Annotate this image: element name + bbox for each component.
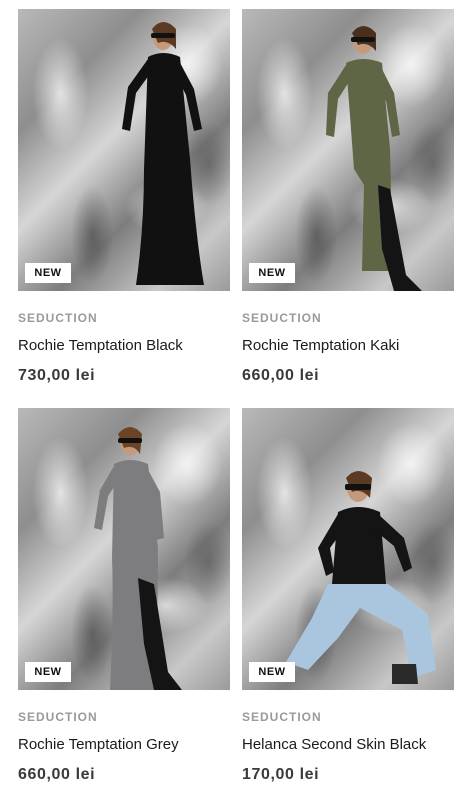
- new-badge: NEW: [249, 662, 295, 682]
- product-card[interactable]: NEW SEDUCTION Rochie Temptation Kaki 660…: [242, 9, 454, 386]
- product-price: 170,00 lei: [242, 766, 320, 783]
- new-badge: NEW: [25, 662, 71, 682]
- product-title[interactable]: Rochie Temptation Black: [18, 337, 230, 355]
- product-brand: SEDUCTION: [242, 311, 322, 325]
- product-grid: NEW SEDUCTION Rochie Temptation Black 73…: [0, 0, 472, 800]
- product-card[interactable]: NEW SEDUCTION Rochie Temptation Grey 660…: [18, 408, 230, 785]
- product-image[interactable]: NEW: [242, 408, 454, 690]
- product-title[interactable]: Rochie Temptation Grey: [18, 736, 230, 754]
- product-image[interactable]: NEW: [242, 9, 454, 291]
- product-price: 660,00 lei: [242, 367, 320, 384]
- product-title[interactable]: Rochie Temptation Kaki: [242, 337, 454, 355]
- model-figure: [94, 427, 182, 690]
- product-brand: SEDUCTION: [18, 710, 98, 724]
- product-card[interactable]: NEW SEDUCTION Helanca Second Skin Black …: [242, 408, 454, 785]
- product-image[interactable]: NEW: [18, 408, 230, 690]
- model-figure: [286, 471, 436, 684]
- model-figure: [122, 22, 204, 285]
- product-image[interactable]: NEW: [18, 9, 230, 291]
- product-price: 660,00 lei: [18, 766, 96, 783]
- model-figure: [326, 26, 422, 291]
- product-price: 730,00 lei: [18, 367, 96, 384]
- product-brand: SEDUCTION: [242, 710, 322, 724]
- new-badge: NEW: [249, 263, 295, 283]
- product-brand: SEDUCTION: [18, 311, 98, 325]
- new-badge: NEW: [25, 263, 71, 283]
- product-card[interactable]: NEW SEDUCTION Rochie Temptation Black 73…: [18, 9, 230, 386]
- product-title[interactable]: Helanca Second Skin Black: [242, 736, 454, 754]
